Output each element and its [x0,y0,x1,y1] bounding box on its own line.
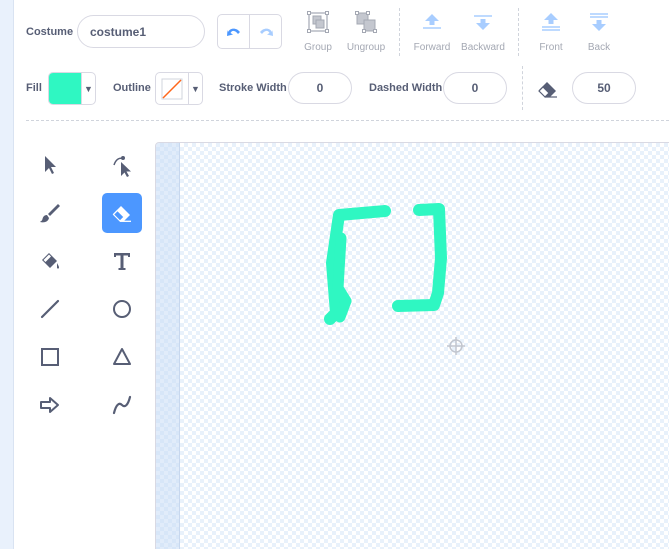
front-label: Front [539,42,563,53]
arrow-shape-icon [40,397,59,413]
redo-button[interactable] [249,15,281,48]
redo-icon [259,28,273,36]
stroke-width-label: Stroke Width [219,82,287,94]
eraser-icon [112,206,131,222]
arrow-shape-tool[interactable] [30,385,70,425]
line-tool[interactable] [30,289,70,329]
costume-label: Costume [26,26,74,38]
drawn-stroke [392,203,447,312]
circle-icon [113,300,131,318]
text-tool[interactable] [102,241,142,281]
divider [399,8,400,56]
brush-tool[interactable] [30,193,70,233]
rectangle-tool[interactable] [30,337,70,377]
fill-tool[interactable] [30,241,70,281]
left-panel-edge [0,0,14,549]
toolbar-divider [26,120,669,121]
paint-bucket-icon [42,253,59,269]
outline-color-picker[interactable]: ▼ [155,72,203,105]
forward-button[interactable]: Forward [404,10,460,53]
fill-label: Fill [26,82,42,94]
backward-icon [474,15,492,30]
triangle-tool[interactable] [102,337,142,377]
chevron-down-icon: ▼ [84,83,93,94]
undo-button[interactable] [218,15,249,48]
no-color-icon [161,78,183,99]
drawing-canvas[interactable] [155,142,669,549]
curve-icon [112,395,132,415]
select-tool[interactable] [30,145,70,185]
text-icon [114,253,130,270]
backward-button[interactable]: Backward [455,10,511,53]
divider [518,8,519,56]
eraser-tool[interactable] [102,193,142,233]
undo-icon [226,28,240,36]
reshape-icon [113,156,131,177]
front-icon [542,13,560,31]
forward-icon [423,14,441,29]
canvas-drawing [324,203,465,355]
dashed-width-input[interactable]: 0 [443,72,507,104]
curve-tool[interactable] [102,385,142,425]
crosshair-icon [447,337,465,355]
dashed-width-label: Dashed Width [369,82,443,94]
undo-redo-group [217,14,282,49]
divider [522,66,523,110]
square-icon [41,348,59,366]
chevron-down-icon: ▼ [191,83,200,94]
eraser-size-input[interactable]: 50 [572,72,636,104]
triangle-icon [113,348,131,365]
arrow-icon [45,156,56,174]
costume-name-input[interactable]: costume1 [77,15,205,48]
reshape-tool[interactable] [102,145,142,185]
ungroup-label: Ungroup [346,42,386,53]
back-label: Back [587,42,611,53]
fill-color-picker[interactable]: ▼ [48,72,96,105]
backward-label: Backward [461,42,505,53]
ungroup-button[interactable]: Ungroup [338,10,394,53]
back-icon [590,13,608,31]
forward-label: Forward [413,42,451,53]
outline-label: Outline [113,82,151,94]
circle-tool[interactable] [102,289,142,329]
brush-icon [40,204,60,223]
group-icon [307,11,329,33]
fill-swatch [49,73,82,104]
back-button[interactable]: Back [571,10,627,53]
stroke-width-input[interactable]: 0 [288,72,352,104]
outline-swatch [156,73,189,104]
line-icon [40,299,60,319]
eraser-size-icon [535,77,561,101]
drawn-stroke [332,232,352,323]
ungroup-icon [355,11,377,33]
group-label: Group [304,42,332,53]
